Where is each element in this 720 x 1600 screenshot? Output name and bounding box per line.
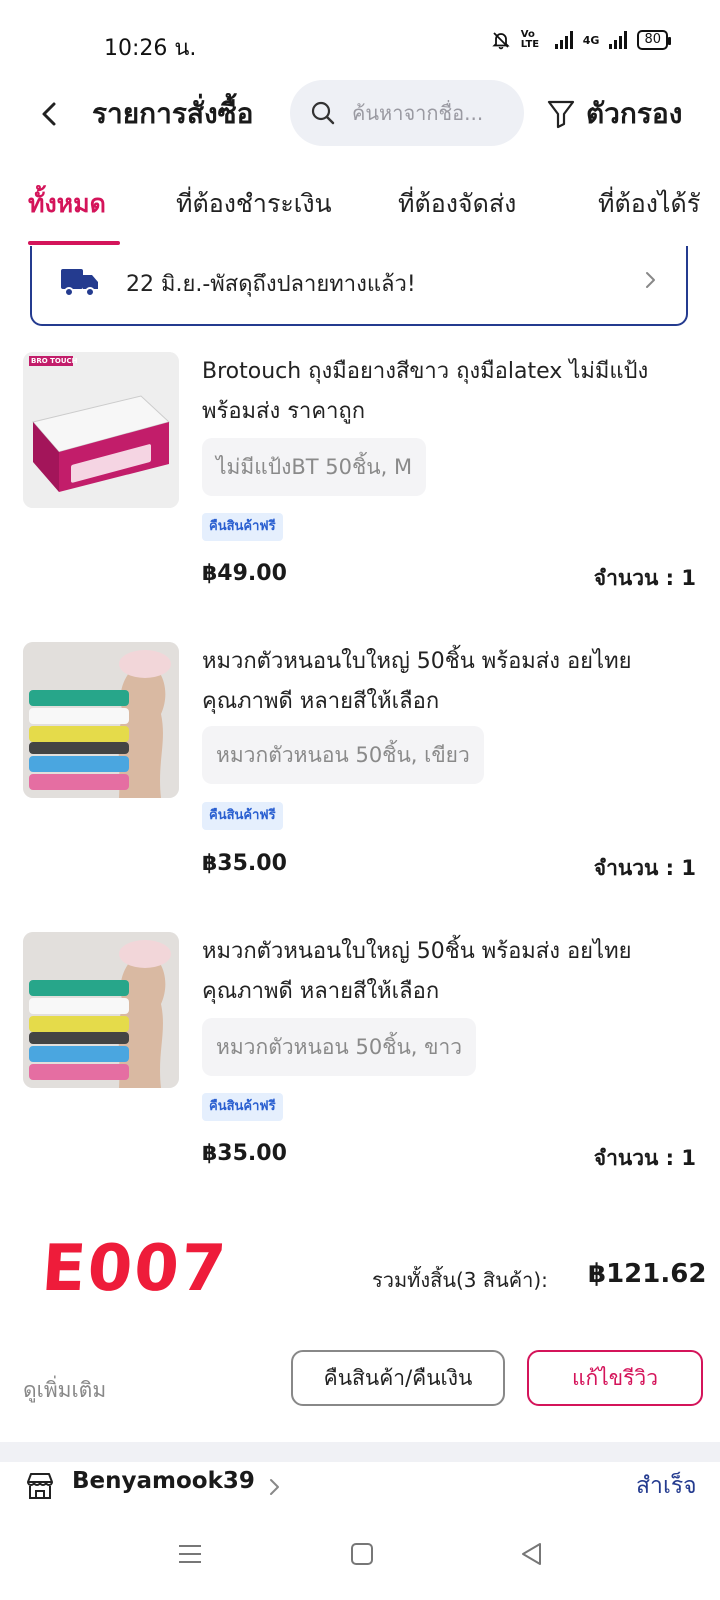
product-quantity: จำนวน : 1 <box>593 856 696 880</box>
product-price: ฿49.00 <box>202 561 287 586</box>
order-tabs: ทั้งหมด ที่ต้องชำระเงิน ที่ต้องจัดส่ง ที… <box>0 178 720 248</box>
order-item[interactable]: หมวกตัวหนอนใบใหญ่ 50ชิ้น พร้อมส่ง อยไทย … <box>0 642 720 922</box>
shop-name[interactable]: Benyamook39 <box>72 1468 255 1494</box>
product-variant: หมวกตัวหนอน 50ชิ้น, ขาว <box>202 1018 477 1076</box>
order-status: สำเร็จ <box>636 1473 697 1499</box>
back-button[interactable] <box>30 94 70 134</box>
tab-to-ship[interactable]: ที่ต้องจัดส่ง <box>398 184 516 224</box>
product-name: หมวกตัวหนอนใบใหญ่ 50ชิ้น พร้อมส่ง อยไทย … <box>202 649 632 714</box>
product-image-gloves: BRO TOUCH <box>23 352 179 508</box>
status-icons: Vo LTE 4G 80 <box>491 29 671 50</box>
filter-label: ตัวกรอง <box>586 97 683 130</box>
chevron-left-icon <box>42 102 56 126</box>
product-price: ฿35.00 <box>202 1141 287 1166</box>
free-return-badge: คืนสินค้าฟรี <box>202 1093 283 1121</box>
signal-2-icon <box>609 31 628 49</box>
tab-to-receive[interactable]: ที่ต้องได้รั <box>598 184 700 224</box>
product-variant: ไม่มีแป้งBT 50ชิ้น, M <box>202 438 427 496</box>
free-return-badge: คืนสินค้าฟรี <box>202 802 283 830</box>
network-label: 4G <box>582 33 600 47</box>
edit-review-button[interactable]: แก้ไขรีวิว <box>527 1350 703 1406</box>
product-name: Brotouch ถุงมือยางสีขาว ถุงมือlatex ไม่ม… <box>202 359 649 424</box>
thumb-brand-label: BRO TOUCH <box>31 357 78 365</box>
filter-button[interactable]: ตัวกรอง <box>546 92 682 136</box>
bell-off-icon <box>492 32 510 50</box>
delivery-status-text: 22 มิ.ย.-พัสดุถึงปลายทางแล้ว! <box>126 272 416 297</box>
search-bar[interactable] <box>290 80 524 146</box>
return-refund-button[interactable]: คืนสินค้า/คืนเงิน <box>291 1350 505 1406</box>
tab-all[interactable]: ทั้งหมด <box>28 184 106 224</box>
back-triangle-icon[interactable] <box>518 1540 546 1568</box>
section-divider <box>0 1442 720 1462</box>
chevron-right-icon <box>646 272 655 288</box>
search-input[interactable] <box>350 100 504 126</box>
menu-icon[interactable] <box>176 1540 204 1568</box>
delivery-truck-icon <box>61 269 98 297</box>
product-image-hair-caps <box>23 932 179 1088</box>
active-tab-indicator <box>28 241 120 245</box>
search-icon <box>311 101 335 125</box>
product-price: ฿35.00 <box>202 851 287 876</box>
page-title: รายการสั่งซื้อ <box>92 97 254 130</box>
product-name: หมวกตัวหนอนใบใหญ่ 50ชิ้น พร้อมส่ง อยไทย … <box>202 939 632 1004</box>
product-variant: หมวกตัวหนอน 50ชิ้น, เขียว <box>202 726 484 784</box>
signal-icon <box>554 31 573 49</box>
home-icon[interactable] <box>348 1540 376 1568</box>
order-item[interactable]: BRO TOUCH Brotouch ถุงมือยางสีขาว ถุงมือ… <box>0 352 720 632</box>
status-time: 10:26 น. <box>104 36 197 61</box>
order-item[interactable]: หมวกตัวหนอนใบใหญ่ 50ชิ้น พร้อมส่ง อยไทย … <box>0 932 720 1212</box>
shop-icon <box>27 1473 53 1499</box>
tab-to-pay[interactable]: ที่ต้องชำระเงิน <box>176 184 332 224</box>
filter-icon <box>547 100 575 129</box>
product-quantity: จำนวน : 1 <box>593 1146 696 1170</box>
chevron-right-icon[interactable] <box>266 1476 282 1498</box>
battery-level: 80 <box>637 30 671 50</box>
free-return-badge: คืนสินค้าฟรี <box>202 513 283 541</box>
order-total-value: ฿121.62 <box>588 1259 707 1289</box>
delivery-status-banner[interactable]: 22 มิ.ย.-พัสดุถึงปลายทางแล้ว! <box>30 246 688 326</box>
see-more-link[interactable]: ดูเพิ่มเติม <box>23 1374 106 1407</box>
volte-label: Vo LTE <box>520 29 540 50</box>
product-image-hair-caps <box>23 642 179 798</box>
order-total-label: รวมทั้งสิ้น(3 สินค้า): <box>372 1268 548 1292</box>
product-quantity: จำนวน : 1 <box>593 566 696 590</box>
handwritten-label: E007 <box>39 1232 230 1306</box>
